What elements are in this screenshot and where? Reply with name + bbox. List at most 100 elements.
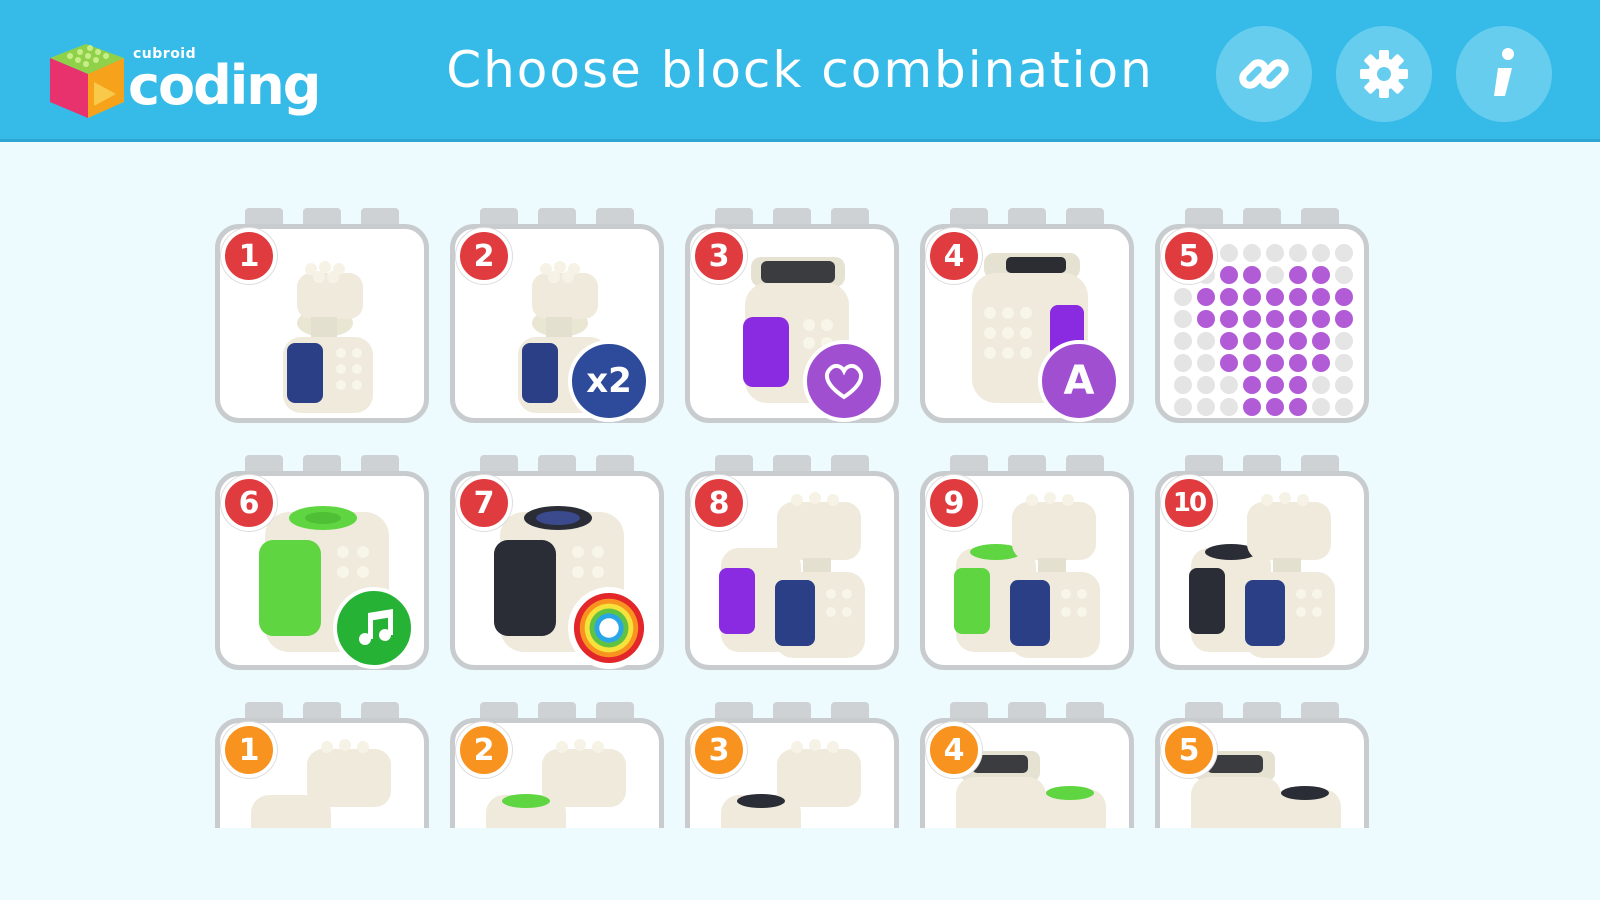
led-dot [1289,266,1307,284]
settings-button[interactable] [1336,26,1432,122]
led-dot [1312,398,1330,416]
led-dot [1312,288,1330,306]
led-dot [1312,376,1330,394]
led-dot [1266,398,1284,416]
led-dot [1289,244,1307,262]
led-dot [1243,354,1261,372]
led-dot [1197,310,1215,328]
heart-badge [803,340,885,422]
combination-card-orange-3[interactable]: 3 [685,702,899,828]
led-dot [1220,310,1238,328]
card-number: 2 [456,228,512,284]
card-number: 9 [926,475,982,531]
info-icon [1494,48,1514,96]
led-dot [1243,398,1261,416]
card-number: 1 [221,228,277,284]
led-dot [1174,288,1192,306]
led-dot [1335,266,1353,284]
card-number: 3 [691,228,747,284]
card-number: 4 [926,722,982,778]
led-dot [1197,288,1215,306]
heart-icon [825,363,863,400]
led-dot [1312,266,1330,284]
info-button[interactable] [1456,26,1552,122]
led-dot [1220,332,1238,350]
led-dot [1266,310,1284,328]
led-dot [1220,266,1238,284]
led-dot [1289,398,1307,416]
led-dot [1266,244,1284,262]
led-dot [1243,288,1261,306]
led-dot [1174,354,1192,372]
combination-card-9[interactable]: 9 [920,455,1134,670]
music-note-icon [359,609,393,645]
combination-card-orange-2[interactable]: 2 [450,702,664,828]
led-dot [1312,354,1330,372]
combination-card-5[interactable]: 5 [1155,208,1369,423]
combination-card-orange-5[interactable]: 5 [1155,702,1369,828]
led-dot [1266,288,1284,306]
card-number: 2 [456,722,512,778]
card-number: 8 [691,475,747,531]
led-dot [1243,310,1261,328]
combination-card-4[interactable]: A 4 [920,208,1134,423]
led-dot [1266,376,1284,394]
times-two-badge: x2 [568,340,650,422]
led-dot [1174,376,1192,394]
app-header: cubroid coding Choose block combination [0,0,1600,142]
led-dot [1266,354,1284,372]
led-dot [1197,354,1215,372]
led-dot [1243,266,1261,284]
led-dot [1197,398,1215,416]
led-dot [1220,398,1238,416]
card-number: 1 [221,722,277,778]
led-dot [1289,332,1307,350]
led-dot [1312,310,1330,328]
card-number: 10 [1161,475,1217,531]
combination-card-1[interactable]: 1 [215,208,429,423]
card-number: 3 [691,722,747,778]
led-dot [1197,332,1215,350]
combination-card-2[interactable]: x2 2 [450,208,664,423]
combination-card-8[interactable]: 8 [685,455,899,670]
music-badge [333,587,415,669]
rainbow-badge [568,587,650,669]
led-dot [1174,332,1192,350]
combination-card-6[interactable]: 6 [215,455,429,670]
led-dot [1335,376,1353,394]
link-icon [1239,59,1289,89]
led-dot [1197,376,1215,394]
combination-card-orange-1[interactable]: 1 [215,702,429,828]
led-dot [1289,376,1307,394]
led-dot [1335,354,1353,372]
link-button[interactable] [1216,26,1312,122]
led-dot [1335,398,1353,416]
led-dot [1243,332,1261,350]
led-dot [1312,332,1330,350]
rainbow-icon [573,592,645,664]
led-dot [1220,354,1238,372]
led-dot [1220,244,1238,262]
led-dot [1266,332,1284,350]
card-number: 5 [1161,228,1217,284]
letter-a-badge: A [1038,340,1120,422]
led-dot [1266,266,1284,284]
led-dot [1220,288,1238,306]
led-dot [1289,288,1307,306]
led-dot [1289,310,1307,328]
led-dot [1243,376,1261,394]
led-dot [1220,376,1238,394]
led-dot [1174,398,1192,416]
combination-card-7[interactable]: 7 [450,455,664,670]
led-dot [1335,332,1353,350]
block-combination-grid: 1 x2 2 3 A 4 5 6 7 8 9 10 1 2 3 4 5 [205,208,1395,828]
card-number: 4 [926,228,982,284]
led-dot [1174,310,1192,328]
combination-card-10[interactable]: 10 [1155,455,1369,670]
combination-card-3[interactable]: 3 [685,208,899,423]
card-number: 5 [1161,722,1217,778]
led-dot [1312,244,1330,262]
combination-card-orange-4[interactable]: 4 [920,702,1134,828]
led-dot [1335,244,1353,262]
gear-icon [1360,50,1408,98]
